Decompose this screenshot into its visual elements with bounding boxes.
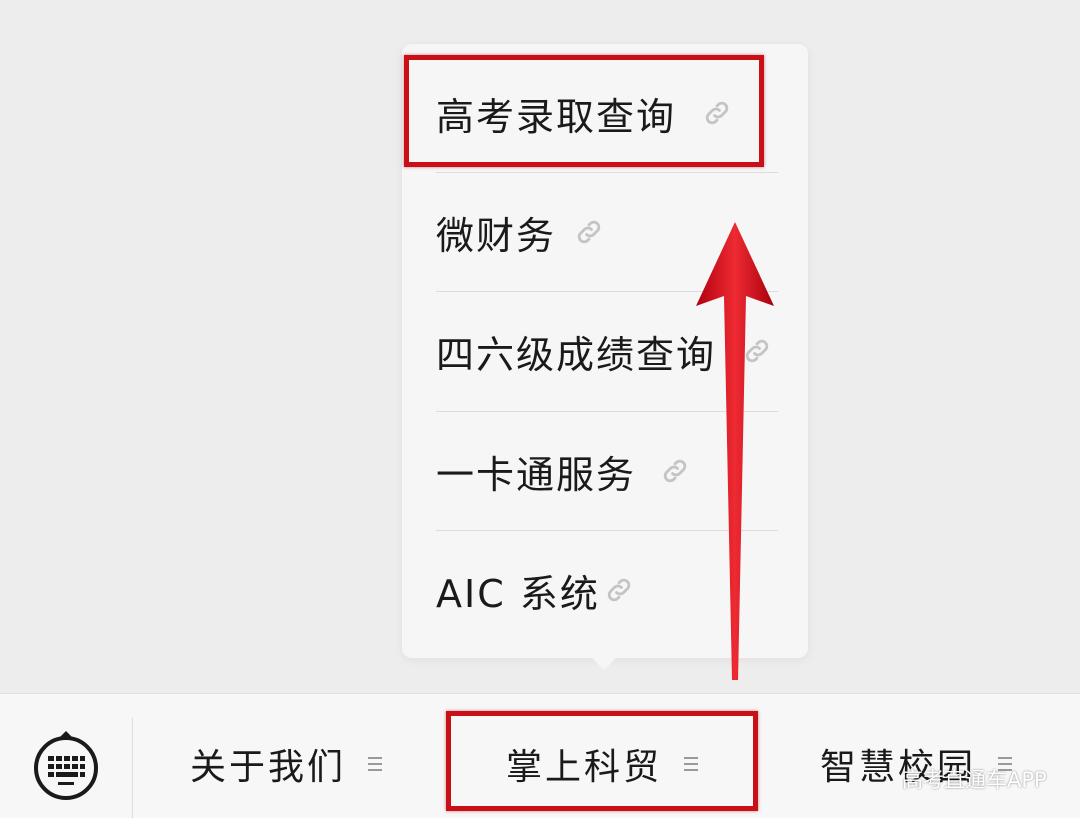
tab-label: 关于我们 bbox=[190, 747, 347, 788]
watermark: 高考直通车APP bbox=[902, 768, 1047, 792]
link-icon bbox=[607, 578, 631, 602]
highlight-box-menu-item bbox=[404, 55, 764, 167]
menu-item-label: 一卡通服务 bbox=[436, 452, 637, 497]
bar-divider bbox=[132, 718, 133, 818]
red-arrow-annotation bbox=[696, 222, 774, 680]
highlight-box-tab bbox=[446, 711, 758, 811]
menu-lines-icon bbox=[368, 757, 383, 771]
link-icon bbox=[577, 220, 601, 244]
menu-item-label: 四六级成绩查询 bbox=[436, 332, 717, 377]
menu-item-label: AIC 系统 bbox=[436, 571, 600, 616]
tab-about-us[interactable]: 关于我们 bbox=[190, 734, 384, 794]
menu-item-label: 微财务 bbox=[436, 213, 557, 258]
keyboard-icon[interactable] bbox=[30, 730, 102, 802]
